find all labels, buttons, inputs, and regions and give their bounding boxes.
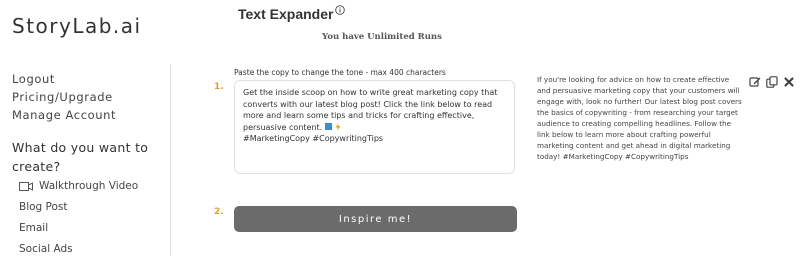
- info-icon[interactable]: [335, 5, 346, 15]
- result-text: If you're looking for advice on how to c…: [537, 75, 742, 161]
- video-icon: [19, 182, 33, 191]
- pricing-upgrade-link[interactable]: Pricing/Upgrade: [12, 88, 162, 106]
- manage-account-link[interactable]: Manage Account: [12, 106, 162, 124]
- sidebar-item-email[interactable]: Email: [19, 218, 162, 239]
- sidebar-item-walkthrough-video[interactable]: Walkthrough Video: [19, 176, 162, 197]
- sidebar-divider: [170, 64, 171, 256]
- copy-input-hashtags: #MarketingCopy #CopywritingTips: [243, 134, 384, 143]
- sidebar-item-blog-post[interactable]: Blog Post: [19, 197, 162, 218]
- emoji-group: [324, 123, 341, 131]
- result-actions: [749, 76, 795, 88]
- app-logo[interactable]: StoryLab.ai: [12, 14, 142, 38]
- lightning-icon: [335, 123, 341, 131]
- step-number-1: 1.: [214, 82, 224, 92]
- inspire-me-button[interactable]: Inspire me!: [234, 206, 517, 232]
- book-icon: [324, 123, 332, 130]
- copy-icon[interactable]: [766, 76, 778, 88]
- tool-title-text: Text Expander: [238, 6, 334, 22]
- edit-icon[interactable]: [749, 76, 761, 88]
- sidebar-item-label: Walkthrough Video: [39, 180, 139, 192]
- copy-input[interactable]: Get the inside scoop on how to write gre…: [234, 80, 515, 174]
- create-heading: What do you want to create?: [12, 140, 149, 174]
- sidebar-item-social-ads[interactable]: Social Ads: [19, 239, 162, 260]
- input-label: Paste the copy to change the tone - max …: [234, 68, 446, 77]
- copy-input-text: Get the inside scoop on how to write gre…: [243, 88, 500, 132]
- close-icon[interactable]: [783, 76, 795, 88]
- sidebar: Logout Pricing/Upgrade Manage Account Wh…: [12, 70, 162, 260]
- runs-status: You have Unlimited Runs: [322, 32, 442, 42]
- tool-title: Text Expander: [238, 5, 346, 22]
- logout-link[interactable]: Logout: [12, 70, 162, 88]
- step-number-2: 2.: [214, 207, 224, 217]
